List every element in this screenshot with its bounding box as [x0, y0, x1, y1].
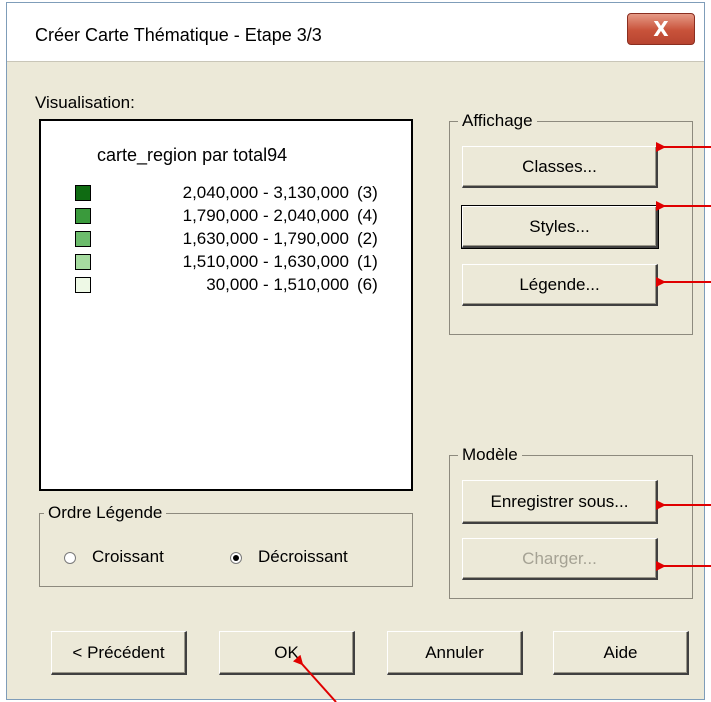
legend-title: carte_region par total94	[97, 145, 288, 165]
styles-button[interactable]: Styles...	[461, 205, 659, 249]
create-thematic-map-dialog: Créer Carte Thématique - Etape 3/3 X Vis…	[6, 2, 705, 700]
close-icon: X	[653, 17, 669, 41]
legend-button[interactable]: Légende...	[462, 264, 658, 306]
legend-range: 1,790,000 - 2,040,000	[182, 206, 349, 225]
legend-order-label: Ordre Légende	[44, 503, 167, 523]
visualisation-label: Visualisation:	[35, 93, 135, 112]
title-bar: Créer Carte Thématique - Etape 3/3 X	[7, 3, 704, 62]
save-as-button[interactable]: Enregistrer sous...	[462, 480, 658, 524]
ascending-label[interactable]: Croissant	[92, 547, 164, 567]
legend-row: 1,510,000 - 1,630,000 (1)	[75, 252, 395, 274]
classes-button[interactable]: Classes...	[462, 146, 658, 188]
window-title: Créer Carte Thématique - Etape 3/3	[35, 25, 322, 45]
descending-radio[interactable]	[230, 552, 242, 564]
cancel-button[interactable]: Annuler	[387, 631, 523, 675]
legend-count: (4)	[357, 206, 378, 225]
template-group-label: Modèle	[458, 445, 522, 465]
load-button: Charger...	[462, 538, 658, 580]
display-group-label: Affichage	[458, 111, 537, 131]
legend-count: (6)	[357, 275, 378, 294]
legend-count: (2)	[357, 229, 378, 248]
template-group: Modèle Enregistrer sous... Charger...	[449, 445, 693, 599]
legend-order-group: Ordre Légende Croissant Décroissant	[39, 503, 413, 587]
legend-count: (1)	[357, 252, 378, 271]
legend-row: 2,040,000 - 3,130,000 (3)	[75, 183, 395, 205]
legend-row: 30,000 - 1,510,000 (6)	[75, 275, 395, 297]
help-button[interactable]: Aide	[553, 631, 689, 675]
legend-swatch	[75, 277, 91, 293]
ok-button[interactable]: OK	[219, 631, 355, 675]
legend-range: 2,040,000 - 3,130,000	[182, 183, 349, 202]
display-group: Affichage Classes... Styles... Légende..…	[449, 111, 693, 335]
legend-range: 1,630,000 - 1,790,000	[182, 229, 349, 248]
legend-preview-panel: carte_region par total94 2,040,000 - 3,1…	[39, 119, 413, 491]
previous-button[interactable]: < Précédent	[51, 631, 187, 675]
legend-row: 1,630,000 - 1,790,000 (2)	[75, 229, 395, 251]
legend-swatch	[75, 254, 91, 270]
legend-swatch	[75, 231, 91, 247]
legend-swatch	[75, 185, 91, 201]
close-button[interactable]: X	[627, 13, 695, 45]
ascending-radio[interactable]	[64, 552, 76, 564]
legend-range: 1,510,000 - 1,630,000	[182, 252, 349, 271]
legend-swatch	[75, 208, 91, 224]
descending-label[interactable]: Décroissant	[258, 547, 348, 567]
legend-count: (3)	[357, 183, 378, 202]
legend-row: 1,790,000 - 2,040,000 (4)	[75, 206, 395, 228]
legend-range: 30,000 - 1,510,000	[206, 275, 349, 294]
